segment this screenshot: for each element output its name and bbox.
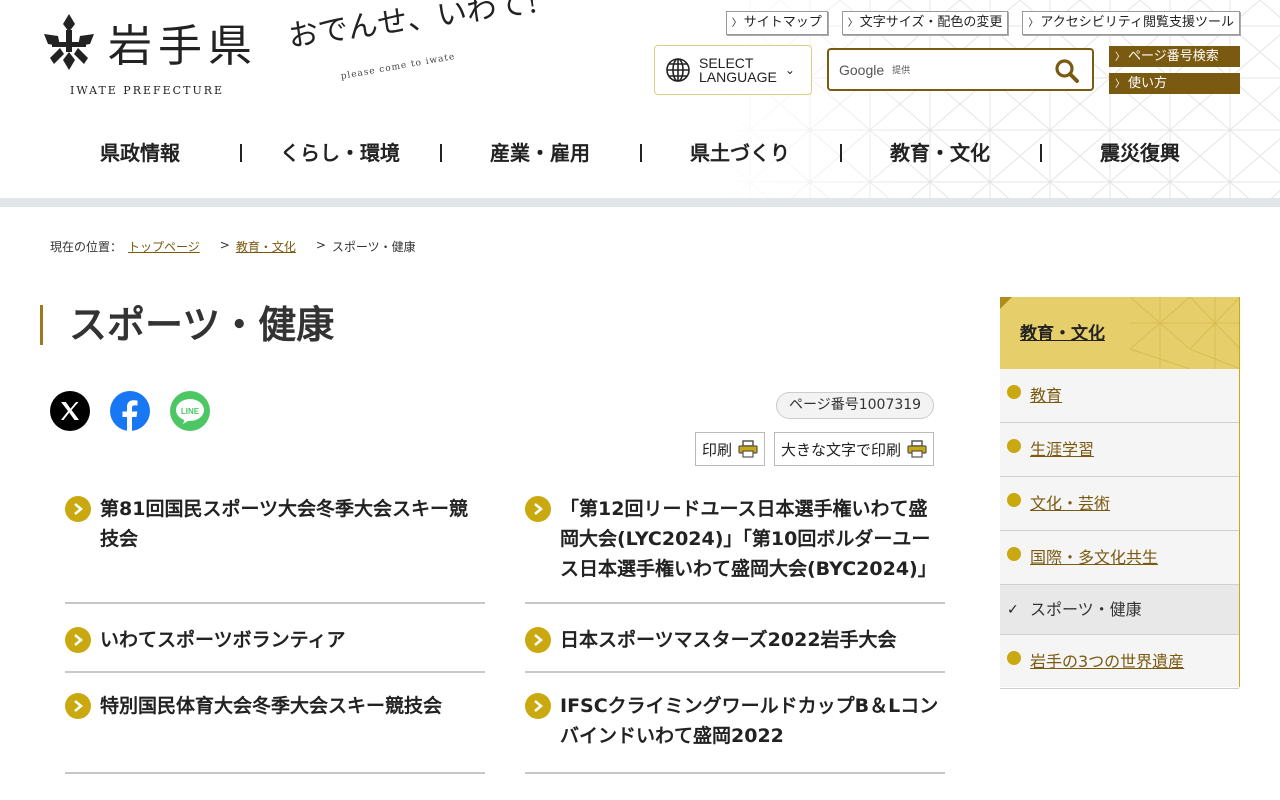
logo-text[interactable]: 岩手県 [108, 10, 258, 74]
page-tools: ページ番号検索 使い方 [1109, 46, 1240, 94]
breadcrumb-separator: > [315, 238, 326, 252]
x-icon[interactable] [50, 391, 90, 431]
list-item[interactable]: 特別国民体育大会冬季大会スキー競技会 [65, 673, 485, 774]
chevron-right-icon [65, 496, 91, 522]
list-item[interactable]: いわてスポーツボランティア [65, 604, 485, 673]
sns-share: LINE [50, 391, 210, 431]
sidebar-list: 教育 生涯学習 文化・芸術 国際・多文化共生 ✓ スポーツ・健康 岩手の3つの世界… [1000, 369, 1239, 689]
list-item-link[interactable]: 特別国民体育大会冬季大会スキー競技会 [100, 695, 442, 717]
accessibility-tool-link[interactable]: アクセシビリティ閲覧支援ツール [1022, 11, 1240, 35]
list-item-link[interactable]: いわてスポーツボランティア [100, 629, 345, 651]
print-tools: 印刷 大きな文字で印刷 [695, 432, 935, 466]
bullet-icon [1007, 651, 1021, 665]
breadcrumb-separator: > [219, 238, 230, 252]
gnav-item-living[interactable]: くらし・環境 [240, 130, 440, 176]
chevron-down-icon: ⌄ [784, 63, 795, 77]
line-icon[interactable]: LINE [170, 391, 210, 431]
gnav-item-land[interactable]: 県土づくり [640, 130, 840, 176]
page-number-search-button[interactable]: ページ番号検索 [1109, 46, 1240, 67]
bullet-icon [1007, 439, 1021, 453]
printer-icon [907, 440, 927, 458]
sidebar-item-label[interactable]: 岩手の3つの世界遺産 [1030, 652, 1184, 671]
list-item[interactable]: 第81回国民スポーツ大会冬季大会スキー競技会 [65, 486, 485, 604]
select-language-button[interactable]: SELECT LANGUAGE ⌄ [654, 45, 812, 95]
list-item-link[interactable]: IFSCクライミングワールドカップB＆Lコンバインドいわて盛岡2022 [560, 695, 938, 747]
chevron-right-icon [65, 627, 91, 653]
header-band [0, 198, 1280, 207]
bullet-icon [1007, 493, 1021, 507]
breadcrumb-top[interactable]: トップページ [128, 238, 200, 255]
iwate-emblem-icon[interactable] [40, 12, 98, 72]
chevron-right-icon [65, 693, 91, 719]
language-label-line1: SELECT [699, 55, 754, 71]
provided-label: 提供 [892, 66, 911, 76]
page-number-badge: ページ番号1007319 [776, 392, 935, 419]
print-button[interactable]: 印刷 [695, 432, 766, 466]
globe-icon [666, 58, 690, 82]
print-large-label: 大きな文字で印刷 [781, 441, 902, 459]
print-large-button[interactable]: 大きな文字で印刷 [774, 432, 935, 466]
list-item[interactable]: 日本スポーツマスターズ2022岩手大会 [525, 604, 945, 673]
sidebar-item-label: スポーツ・健康 [1030, 600, 1142, 619]
line-icon-text: LINE [181, 407, 200, 416]
text-size-color-link[interactable]: 文字サイズ・配色の変更 [841, 11, 1009, 35]
site-search-box[interactable]: Google 提供 [827, 48, 1094, 91]
list-item[interactable]: IFSCクライミングワールドカップB＆Lコンバインドいわて盛岡2022 [525, 673, 945, 774]
sidebar-item-culture-arts[interactable]: 文化・芸術 [1000, 477, 1239, 531]
gnav-item-industry[interactable]: 産業・雇用 [440, 130, 640, 176]
sidebar-item-international[interactable]: 国際・多文化共生 [1000, 531, 1239, 585]
check-icon: ✓ [1007, 602, 1019, 618]
page-title: スポーツ・健康 [40, 305, 334, 345]
gnav-item-education[interactable]: 教育・文化 [840, 130, 1040, 176]
gnav-item-disaster[interactable]: 震災復興 [1040, 130, 1240, 176]
howto-button[interactable]: 使い方 [1109, 73, 1240, 94]
list-item-link[interactable]: 日本スポーツマスターズ2022岩手大会 [560, 629, 897, 651]
site-header: 岩手県 IWATE PREFECTURE おでんせ、いわて! please co… [0, 0, 1280, 198]
article-list: 第81回国民スポーツ大会冬季大会スキー競技会 「第12回リードユース日本選手権い… [65, 486, 945, 774]
utility-links: サイトマップ 文字サイズ・配色の変更 アクセシビリティ閲覧支援ツール [725, 11, 1240, 35]
breadcrumb-current: スポーツ・健康 [331, 240, 416, 254]
google-label: Google [839, 61, 885, 78]
sidebar-item-lifelong-learning[interactable]: 生涯学習 [1000, 423, 1239, 477]
sidebar-item-label[interactable]: 生涯学習 [1030, 440, 1094, 459]
breadcrumb-education[interactable]: 教育・文化 [236, 238, 296, 255]
sidebar: 教育・文化 教育 生涯学習 文化・芸術 国際・多文化共生 ✓ スポーツ・健康 岩手… [1000, 297, 1240, 689]
gnav-item-prefectural-gov[interactable]: 県政情報 [40, 130, 240, 176]
bullet-icon [1007, 547, 1021, 561]
language-label-line2: LANGUAGE [699, 69, 777, 85]
chevron-right-icon [525, 693, 551, 719]
search-icon[interactable] [1054, 58, 1080, 84]
sidebar-item-world-heritage[interactable]: 岩手の3つの世界遺産 [1000, 635, 1239, 689]
sidebar-item-label[interactable]: 国際・多文化共生 [1030, 548, 1158, 567]
sitemap-link[interactable]: サイトマップ [725, 11, 828, 35]
bullet-icon [1007, 385, 1021, 399]
list-item[interactable]: 「第12回リードユース日本選手権いわて盛岡大会(LYC2024)」「第10回ボル… [525, 486, 945, 604]
facebook-icon[interactable] [110, 391, 150, 431]
print-label: 印刷 [702, 441, 733, 459]
list-item-link[interactable]: 第81回国民スポーツ大会冬季大会スキー競技会 [100, 498, 468, 550]
chevron-right-icon [525, 627, 551, 653]
language-label: SELECT LANGUAGE [699, 56, 777, 84]
sidebar-item-sports-health: ✓ スポーツ・健康 [1000, 585, 1239, 635]
global-nav: 県政情報 くらし・環境 産業・雇用 県土づくり 教育・文化 震災復興 [40, 130, 1240, 176]
printer-icon [738, 440, 758, 458]
breadcrumb: 現在の位置： トップページ > 教育・文化 > スポーツ・健康 [50, 238, 416, 255]
sidebar-heading-label: 教育・文化 [1020, 324, 1105, 344]
list-item-link[interactable]: 「第12回リードユース日本選手権いわて盛岡大会(LYC2024)」「第10回ボル… [560, 498, 937, 580]
sidebar-item-label[interactable]: 文化・芸術 [1030, 494, 1110, 513]
chevron-right-icon [525, 496, 551, 522]
logo-english: IWATE PREFECTURE [70, 84, 225, 97]
breadcrumb-prefix: 現在の位置： [50, 240, 123, 254]
sidebar-heading[interactable]: 教育・文化 [1000, 297, 1239, 369]
sidebar-item-education[interactable]: 教育 [1000, 369, 1239, 423]
sidebar-item-label[interactable]: 教育 [1030, 386, 1062, 405]
